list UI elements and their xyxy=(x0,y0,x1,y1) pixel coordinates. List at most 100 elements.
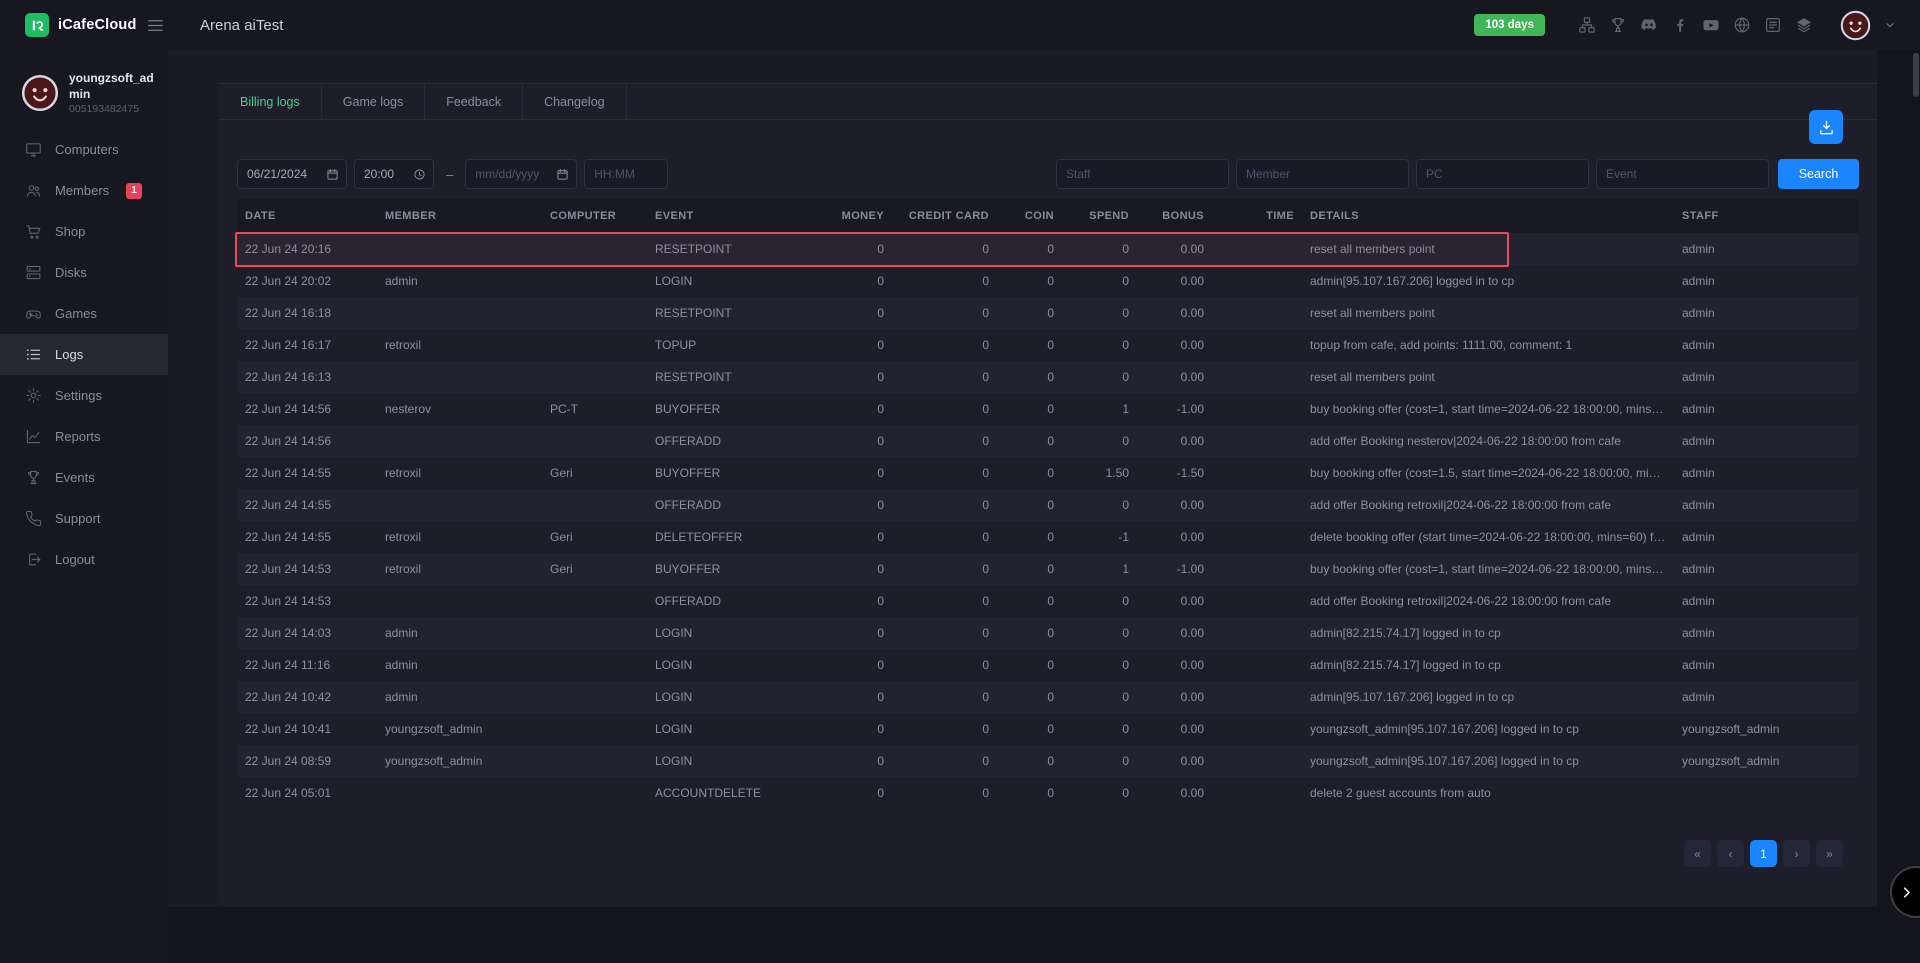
cell-coin: 0 xyxy=(997,681,1062,713)
table-row: 22 Jun 24 08:59youngzsoft_adminLOGIN0000… xyxy=(237,745,1859,777)
last-page-button[interactable]: » xyxy=(1816,840,1843,867)
discord-icon[interactable] xyxy=(1640,16,1658,34)
cell-money: 0 xyxy=(822,553,892,585)
cell-coin: 0 xyxy=(997,745,1062,777)
user-avatar[interactable] xyxy=(1840,10,1871,41)
layers-icon[interactable] xyxy=(1795,16,1813,34)
chevron-down-icon[interactable] xyxy=(1884,19,1896,31)
sidebar-item-shop[interactable]: Shop xyxy=(0,211,168,252)
cell-date: 22 Jun 24 16:17 xyxy=(237,329,377,361)
cell-event: LOGIN xyxy=(647,745,822,777)
prev-page-button[interactable]: ‹ xyxy=(1717,840,1744,867)
page-1-button[interactable]: 1 xyxy=(1750,840,1777,867)
cell-event: ACCOUNTDELETE xyxy=(647,777,822,809)
globe-icon[interactable] xyxy=(1733,16,1751,34)
log-table-body: 22 Jun 24 20:16RESETPOINT00000.00reset a… xyxy=(237,233,1859,809)
sidebar-item-settings[interactable]: Settings xyxy=(0,375,168,416)
next-page-button[interactable]: › xyxy=(1783,840,1810,867)
sidebar-item-disks[interactable]: Disks xyxy=(0,252,168,293)
tab-feedback[interactable]: Feedback xyxy=(425,84,523,119)
cell-date: 22 Jun 24 14:53 xyxy=(237,585,377,617)
time-to-input[interactable] xyxy=(585,167,667,181)
license-days-badge[interactable]: 103 days xyxy=(1474,14,1545,36)
download-button[interactable] xyxy=(1809,110,1843,144)
tab-changelog[interactable]: Changelog xyxy=(523,84,626,119)
cell-coin: 0 xyxy=(997,617,1062,649)
cell-computer: Geri xyxy=(542,521,647,553)
table-row: 22 Jun 24 11:16adminLOGIN00000.00admin[8… xyxy=(237,649,1859,681)
menu-toggle-icon[interactable] xyxy=(146,16,165,35)
cell-event: TOPUP xyxy=(647,329,822,361)
facebook-icon[interactable] xyxy=(1671,16,1689,34)
staff-filter-field xyxy=(1056,159,1229,189)
event-filter-input[interactable] xyxy=(1597,167,1768,181)
cell-computer xyxy=(542,489,647,521)
youtube-icon[interactable] xyxy=(1702,16,1720,34)
tab-game-logs[interactable]: Game logs xyxy=(322,84,425,119)
cell-spend: 1.50 xyxy=(1062,457,1137,489)
cell-bonus: 0.00 xyxy=(1137,649,1212,681)
sidebar-item-reports[interactable]: Reports xyxy=(0,416,168,457)
sidebar-item-computers[interactable]: Computers xyxy=(0,129,168,170)
sidebar-item-logout[interactable]: Logout xyxy=(0,539,168,580)
cell-coin: 0 xyxy=(997,393,1062,425)
cell-member: youngzsoft_admin xyxy=(377,713,542,745)
cell-spend: 0 xyxy=(1062,329,1137,361)
phone-icon xyxy=(25,510,42,527)
trophy-icon[interactable] xyxy=(1609,16,1627,34)
scrollbar-thumb[interactable] xyxy=(1913,53,1919,97)
chat-widget-button[interactable] xyxy=(1892,868,1920,916)
topbar: iCafeCloud Arena aiTest 103 days xyxy=(0,0,1920,50)
member-filter-input[interactable] xyxy=(1237,167,1408,181)
date-from-field xyxy=(237,159,347,189)
cell-date: 22 Jun 24 20:16 xyxy=(237,233,377,265)
filter-bar: – Search xyxy=(237,159,1859,189)
tab-billing-logs[interactable]: Billing logs xyxy=(219,84,322,119)
sidebar-item-events[interactable]: Events xyxy=(0,457,168,498)
search-button[interactable]: Search xyxy=(1778,159,1859,189)
cell-computer xyxy=(542,681,647,713)
cell-time xyxy=(1212,265,1302,297)
cell-coin: 0 xyxy=(997,265,1062,297)
cell-member: retroxil xyxy=(377,553,542,585)
cell-date: 22 Jun 24 14:56 xyxy=(237,393,377,425)
first-page-button[interactable]: « xyxy=(1684,840,1711,867)
table-row: 22 Jun 24 14:03adminLOGIN00000.00admin[8… xyxy=(237,617,1859,649)
sitemap-icon[interactable] xyxy=(1578,16,1596,34)
pc-filter-input[interactable] xyxy=(1417,167,1588,181)
cell-bonus: 0.00 xyxy=(1137,777,1212,809)
cell-staff: admin xyxy=(1674,553,1859,585)
clock-icon[interactable] xyxy=(413,168,426,181)
sidebar-item-logs[interactable]: Logs xyxy=(0,334,168,375)
sidebar-avatar[interactable] xyxy=(21,74,59,112)
staff-filter-input[interactable] xyxy=(1057,167,1228,181)
users-icon xyxy=(25,182,42,199)
calendar-icon[interactable] xyxy=(326,168,339,181)
cell-coin: 0 xyxy=(997,297,1062,329)
invoice-icon[interactable] xyxy=(1764,16,1782,34)
sidebar-item-support[interactable]: Support xyxy=(0,498,168,539)
col-event: EVENT xyxy=(647,199,822,233)
calendar-icon[interactable] xyxy=(556,168,569,181)
cell-coin: 0 xyxy=(997,713,1062,745)
cell-date: 22 Jun 24 05:01 xyxy=(237,777,377,809)
cell-member xyxy=(377,585,542,617)
cell-date: 22 Jun 24 10:41 xyxy=(237,713,377,745)
cell-member xyxy=(377,297,542,329)
cell-spend: 0 xyxy=(1062,233,1137,265)
col-details: DETAILS xyxy=(1302,199,1674,233)
page-title: Arena aiTest xyxy=(200,17,283,34)
cell-bonus: -1.00 xyxy=(1137,393,1212,425)
cell-event: RESETPOINT xyxy=(647,361,822,393)
cell-time xyxy=(1212,361,1302,393)
cell-staff: admin xyxy=(1674,233,1859,265)
sidebar-item-members[interactable]: Members1 xyxy=(0,170,168,211)
sidebar-user-id: 005193482475 xyxy=(69,103,158,115)
cell-bonus: 0.00 xyxy=(1137,681,1212,713)
sidebar-item-games[interactable]: Games xyxy=(0,293,168,334)
cell-date: 22 Jun 24 14:55 xyxy=(237,521,377,553)
cell-details: delete booking offer (start time=2024-06… xyxy=(1302,521,1674,553)
cell-time xyxy=(1212,745,1302,777)
cell-computer xyxy=(542,713,647,745)
trophy-icon xyxy=(25,469,42,486)
